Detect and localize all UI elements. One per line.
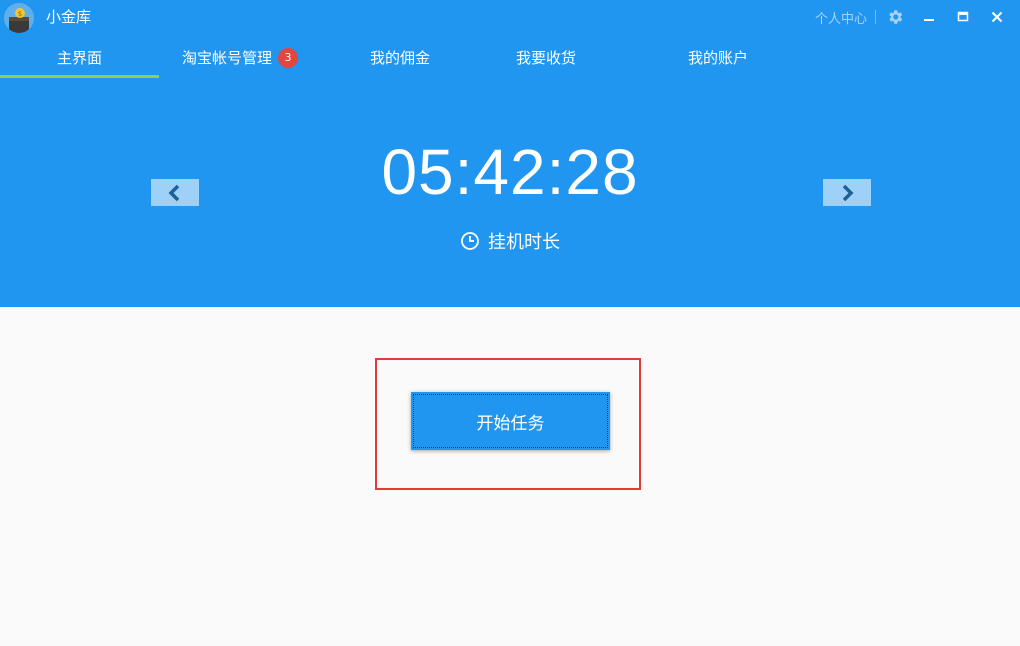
header: $ 小金库 个人中心 主界面 淘宝帐号管理 3 我的佣金 我要收货 我的账户 0… xyxy=(0,0,1020,307)
minimize-icon[interactable] xyxy=(918,6,940,28)
window-controls: 个人中心 xyxy=(815,0,1020,34)
tab-receive-goods[interactable]: 我要收货 xyxy=(486,42,606,78)
tab-commission[interactable]: 我的佣金 xyxy=(340,42,460,78)
uptime-timer: 05:42:28 xyxy=(381,136,639,208)
app-avatar-icon: $ xyxy=(4,3,34,33)
tab-label: 主界面 xyxy=(56,49,102,67)
main-nav: 主界面 淘宝帐号管理 3 我的佣金 我要收货 我的账户 xyxy=(0,42,820,78)
tab-label: 我的佣金 xyxy=(369,49,430,67)
profile-center-link[interactable]: 个人中心 xyxy=(815,8,867,27)
tab-main[interactable]: 主界面 xyxy=(0,42,159,78)
tab-label: 淘宝帐号管理 xyxy=(181,49,272,67)
tab-taobao-accounts[interactable]: 淘宝帐号管理 3 xyxy=(165,42,315,78)
gear-icon[interactable] xyxy=(884,6,906,28)
notification-badge: 3 xyxy=(278,48,298,68)
tab-label: 我的账户 xyxy=(687,49,748,67)
tab-my-account[interactable]: 我的账户 xyxy=(658,42,778,78)
uptime-label-row: 挂机时长 xyxy=(0,228,1020,254)
close-icon[interactable] xyxy=(986,6,1008,28)
tab-label: 我要收货 xyxy=(515,49,576,67)
clock-icon xyxy=(461,232,479,250)
maximize-icon[interactable] xyxy=(952,6,974,28)
start-task-button[interactable]: 开始任务 xyxy=(411,392,610,450)
divider xyxy=(875,10,876,24)
uptime-label: 挂机时长 xyxy=(488,232,560,253)
svg-text:$: $ xyxy=(18,10,22,18)
app-title: 小金库 xyxy=(46,8,92,26)
start-task-label: 开始任务 xyxy=(476,413,545,434)
